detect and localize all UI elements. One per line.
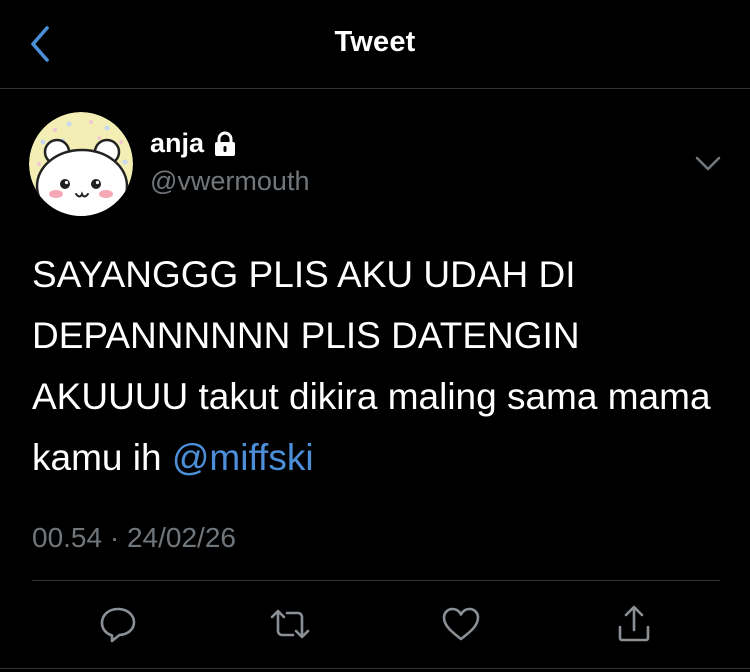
timestamp-separator: · <box>109 522 120 553</box>
share-button[interactable] <box>610 598 658 650</box>
tweet-body: SAYANGGG PLIS AKU UDAH DI DEPANNNNNN PLI… <box>32 254 711 478</box>
author-handle[interactable]: @vwermouth <box>150 166 309 197</box>
lock-icon <box>212 131 238 157</box>
divider <box>32 580 720 581</box>
avatar[interactable] <box>29 112 133 216</box>
tweet-time: 00.54 <box>32 522 103 553</box>
more-options-button[interactable] <box>692 148 724 180</box>
like-button[interactable] <box>437 598 485 650</box>
author-name-row[interactable]: anja <box>150 128 238 159</box>
tweet-text: SAYANGGG PLIS AKU UDAH DI DEPANNNNNN PLI… <box>32 244 722 488</box>
retweet-icon <box>270 609 310 639</box>
page-title: Tweet <box>334 26 416 58</box>
reply-icon <box>100 607 136 643</box>
bear-avatar-icon <box>29 112 133 216</box>
navigation-bar: Tweet <box>0 0 750 89</box>
chevron-down-icon <box>695 156 721 171</box>
share-icon <box>618 605 650 642</box>
reply-button[interactable] <box>94 598 142 650</box>
heart-icon <box>442 607 480 641</box>
bottom-divider <box>0 668 750 669</box>
action-bar <box>0 598 750 654</box>
mention-link[interactable]: @miffski <box>172 437 314 478</box>
display-name[interactable]: anja <box>150 128 204 159</box>
retweet-button[interactable] <box>266 598 314 650</box>
tweet-date: 24/02/26 <box>126 522 236 553</box>
tweet-timestamp: 00.54 · 24/02/26 <box>32 522 236 554</box>
